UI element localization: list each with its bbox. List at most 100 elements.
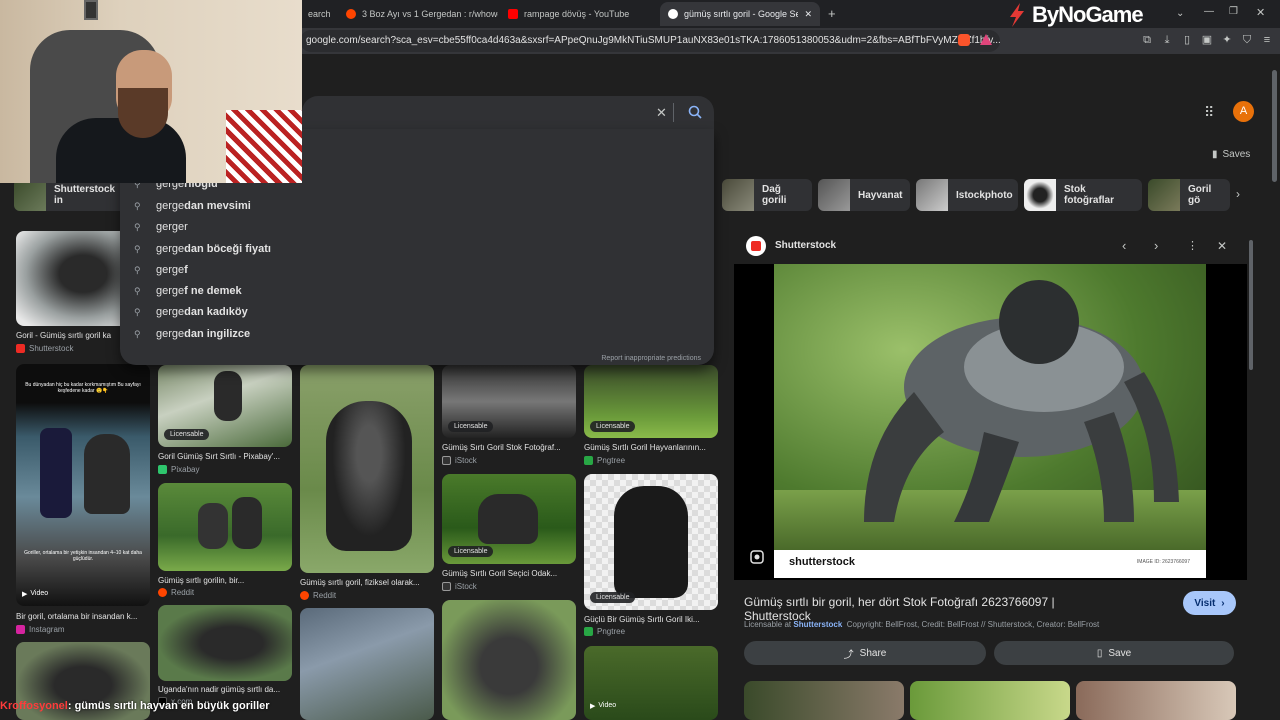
result-image[interactable]: Licensable [442, 365, 576, 438]
tab-youtube[interactable]: rampage dövüş - YouTube [500, 2, 658, 26]
chip-label: Goril gö [1188, 184, 1212, 206]
close-panel-icon[interactable]: ✕ [1217, 239, 1227, 253]
menu-icon[interactable]: ≡ [1261, 34, 1273, 46]
related-image[interactable] [1076, 681, 1236, 720]
brave-rewards-icon[interactable] [980, 34, 992, 45]
suggestion-item[interactable]: ⚲ gergedan böceği fiyatı [134, 239, 271, 259]
preview-image[interactable]: shutterstock IMAGE ID: 2623766097 [774, 264, 1206, 578]
minimize-icon[interactable]: — [1204, 6, 1214, 17]
clear-search-icon[interactable]: ✕ [656, 105, 667, 121]
result-caption[interactable]: Gümüş sırtlı gorilin, bir... [158, 576, 292, 585]
chip-istockphoto[interactable]: Istockphoto [916, 179, 1018, 211]
suggestion-item[interactable]: ⚲ gerger [134, 217, 188, 237]
result-caption[interactable]: Uganda'nın nadir gümüş sırtlı da... [158, 685, 292, 694]
result-video-thumbnail[interactable]: ▶ Video [584, 646, 718, 720]
panel-license-line: Licensable at Shutterstock Copyright: Be… [744, 620, 1099, 629]
pixabay-icon [158, 465, 167, 474]
suggestion-completion: dan ingilizce [184, 328, 251, 340]
extensions-icon[interactable]: ⧉ [1141, 34, 1153, 46]
licensable-link[interactable]: Shutterstock [793, 620, 842, 629]
save-button[interactable]: ▯ Save [994, 641, 1234, 665]
previous-icon[interactable]: ‹ [1122, 238, 1126, 253]
new-tab-button[interactable]: + [828, 6, 836, 21]
gorilla-figure [214, 371, 242, 421]
related-image[interactable] [744, 681, 904, 720]
result-caption[interactable]: Gümüş Sırtlı Goril Hayvanlarının... [584, 443, 718, 452]
chip-shutterstock[interactable]: Shutterstock in [14, 179, 126, 211]
result-image[interactable]: Licensable [158, 365, 292, 447]
tab-reddit[interactable]: 3 Boz Ayı vs 1 Gergedan : r/whowoul [338, 2, 498, 26]
visit-button[interactable]: Visit › [1183, 591, 1236, 615]
page-scrollbar[interactable] [1272, 70, 1277, 182]
window-close-icon[interactable]: ✕ [1256, 6, 1265, 19]
tab-google-search[interactable]: gümüş sırtlı goril - Google Searc ✕ [660, 2, 820, 26]
result-image[interactable]: Licensable [442, 474, 576, 564]
address-bar[interactable]: google.com/search?sca_esv=cbe55ff0ca4d46… [300, 30, 1000, 52]
result-video-thumbnail[interactable]: Bu dünyadan hiç bu kadar korkmamıştım Bu… [16, 364, 150, 606]
result-source: Reddit [300, 591, 336, 600]
gorilla-figure [614, 486, 688, 598]
suggestion-item[interactable]: ⚲ gergedan kadıköy [134, 302, 248, 322]
leo-icon[interactable]: ✦ [1221, 34, 1233, 46]
result-image[interactable] [158, 483, 292, 571]
search-icon[interactable] [688, 105, 702, 119]
download-icon[interactable]: ⤓ [1161, 34, 1173, 46]
video-badge: ▶ Video [22, 590, 48, 598]
credits-text: Copyright: BellFrost, Credit: BellFrost … [846, 620, 1100, 629]
result-image[interactable] [442, 600, 576, 720]
panel-source-name[interactable]: Shutterstock [775, 240, 836, 251]
watermark-text: shutterstock [789, 556, 856, 568]
chip-hayvanat[interactable]: Hayvanat [818, 179, 910, 211]
vpn-icon[interactable]: ⛉ [1241, 34, 1253, 46]
chip-dag-gorili[interactable]: Dağ gorili [722, 179, 812, 211]
saves-link[interactable]: ▮ Saves [1212, 149, 1250, 160]
panel-title[interactable]: Gümüş sırtlı bir goril, her dört Stok Fo… [744, 595, 1124, 623]
apps-grid-icon[interactable]: ⠿ [1204, 104, 1214, 121]
more-options-icon[interactable]: ⋮ [1187, 239, 1198, 252]
panel-scrollbar[interactable] [1249, 240, 1253, 370]
result-image[interactable]: Licensable [584, 365, 718, 438]
brave-shield-icon[interactable] [958, 34, 970, 46]
result-caption[interactable]: Bir goril, ortalama bir insandan k... [16, 612, 150, 621]
tab-search-icon[interactable]: ⌄ [1176, 8, 1184, 19]
licensable-badge: Licensable [448, 421, 494, 432]
tab-label: gümüş sırtlı goril - Google Searc [684, 9, 799, 19]
suggestion-item[interactable]: ⚲ gergef ne demek [134, 281, 242, 301]
suggestion-item[interactable]: ⚲ gergef [134, 260, 188, 280]
tab-search[interactable]: earch [300, 2, 336, 26]
tab-label: rampage dövüş - YouTube [524, 9, 630, 19]
shutterstock-icon [746, 236, 766, 256]
search-input[interactable]: ✕ [302, 96, 714, 129]
result-source: Reddit [158, 588, 194, 597]
suggestion-prefix: gerge [156, 306, 185, 318]
result-caption[interactable]: Goril Gümüş Sırt Sırtlı - Pixabay'... [158, 452, 292, 461]
result-image[interactable] [158, 605, 292, 681]
result-caption[interactable]: Gümüş sırtlı goril, fiziksel olarak... [300, 578, 434, 587]
sidebar-icon[interactable]: ▯ [1181, 34, 1193, 46]
reddit-icon [300, 591, 309, 600]
share-button[interactable]: ⤴ Share [744, 641, 986, 665]
result-caption[interactable]: Güçlü Bir Gümüş Sırtlı Goril Iki... [584, 615, 718, 624]
chip-goril[interactable]: Goril gö [1148, 179, 1230, 211]
suggestion-completion: dan kadıköy [184, 306, 248, 318]
result-caption[interactable]: Gümüş Sırtı Goril Stok Fotoğraf... [442, 443, 576, 452]
suggestion-item[interactable]: ⚲ gergedan mevsimi [134, 196, 251, 216]
result-image[interactable]: Licensable [584, 474, 718, 610]
related-image[interactable] [910, 681, 1070, 720]
wallet-icon[interactable]: ▣ [1201, 34, 1213, 46]
lens-icon[interactable] [750, 550, 764, 564]
result-image[interactable] [300, 365, 434, 573]
saves-label: Saves [1222, 149, 1251, 160]
next-icon[interactable]: › [1154, 238, 1158, 253]
suggestion-item[interactable]: ⚲ gergedan ingilizce [134, 324, 250, 344]
chip-thumbnail [818, 179, 850, 211]
result-image[interactable] [300, 608, 434, 720]
result-caption[interactable]: Gümüş Sırtlı Goril Seçici Odak... [442, 569, 576, 578]
source-label: Shutterstock [29, 344, 74, 353]
chips-next-icon[interactable]: › [1236, 187, 1240, 201]
avatar[interactable]: A [1233, 101, 1254, 122]
chip-stok-fotograflar[interactable]: Stok fotoğraflar [1024, 179, 1142, 211]
close-icon[interactable]: ✕ [804, 9, 812, 20]
report-predictions-link[interactable]: Report inappropriate predictions [601, 355, 701, 362]
maximize-icon[interactable]: ❐ [1229, 6, 1238, 17]
